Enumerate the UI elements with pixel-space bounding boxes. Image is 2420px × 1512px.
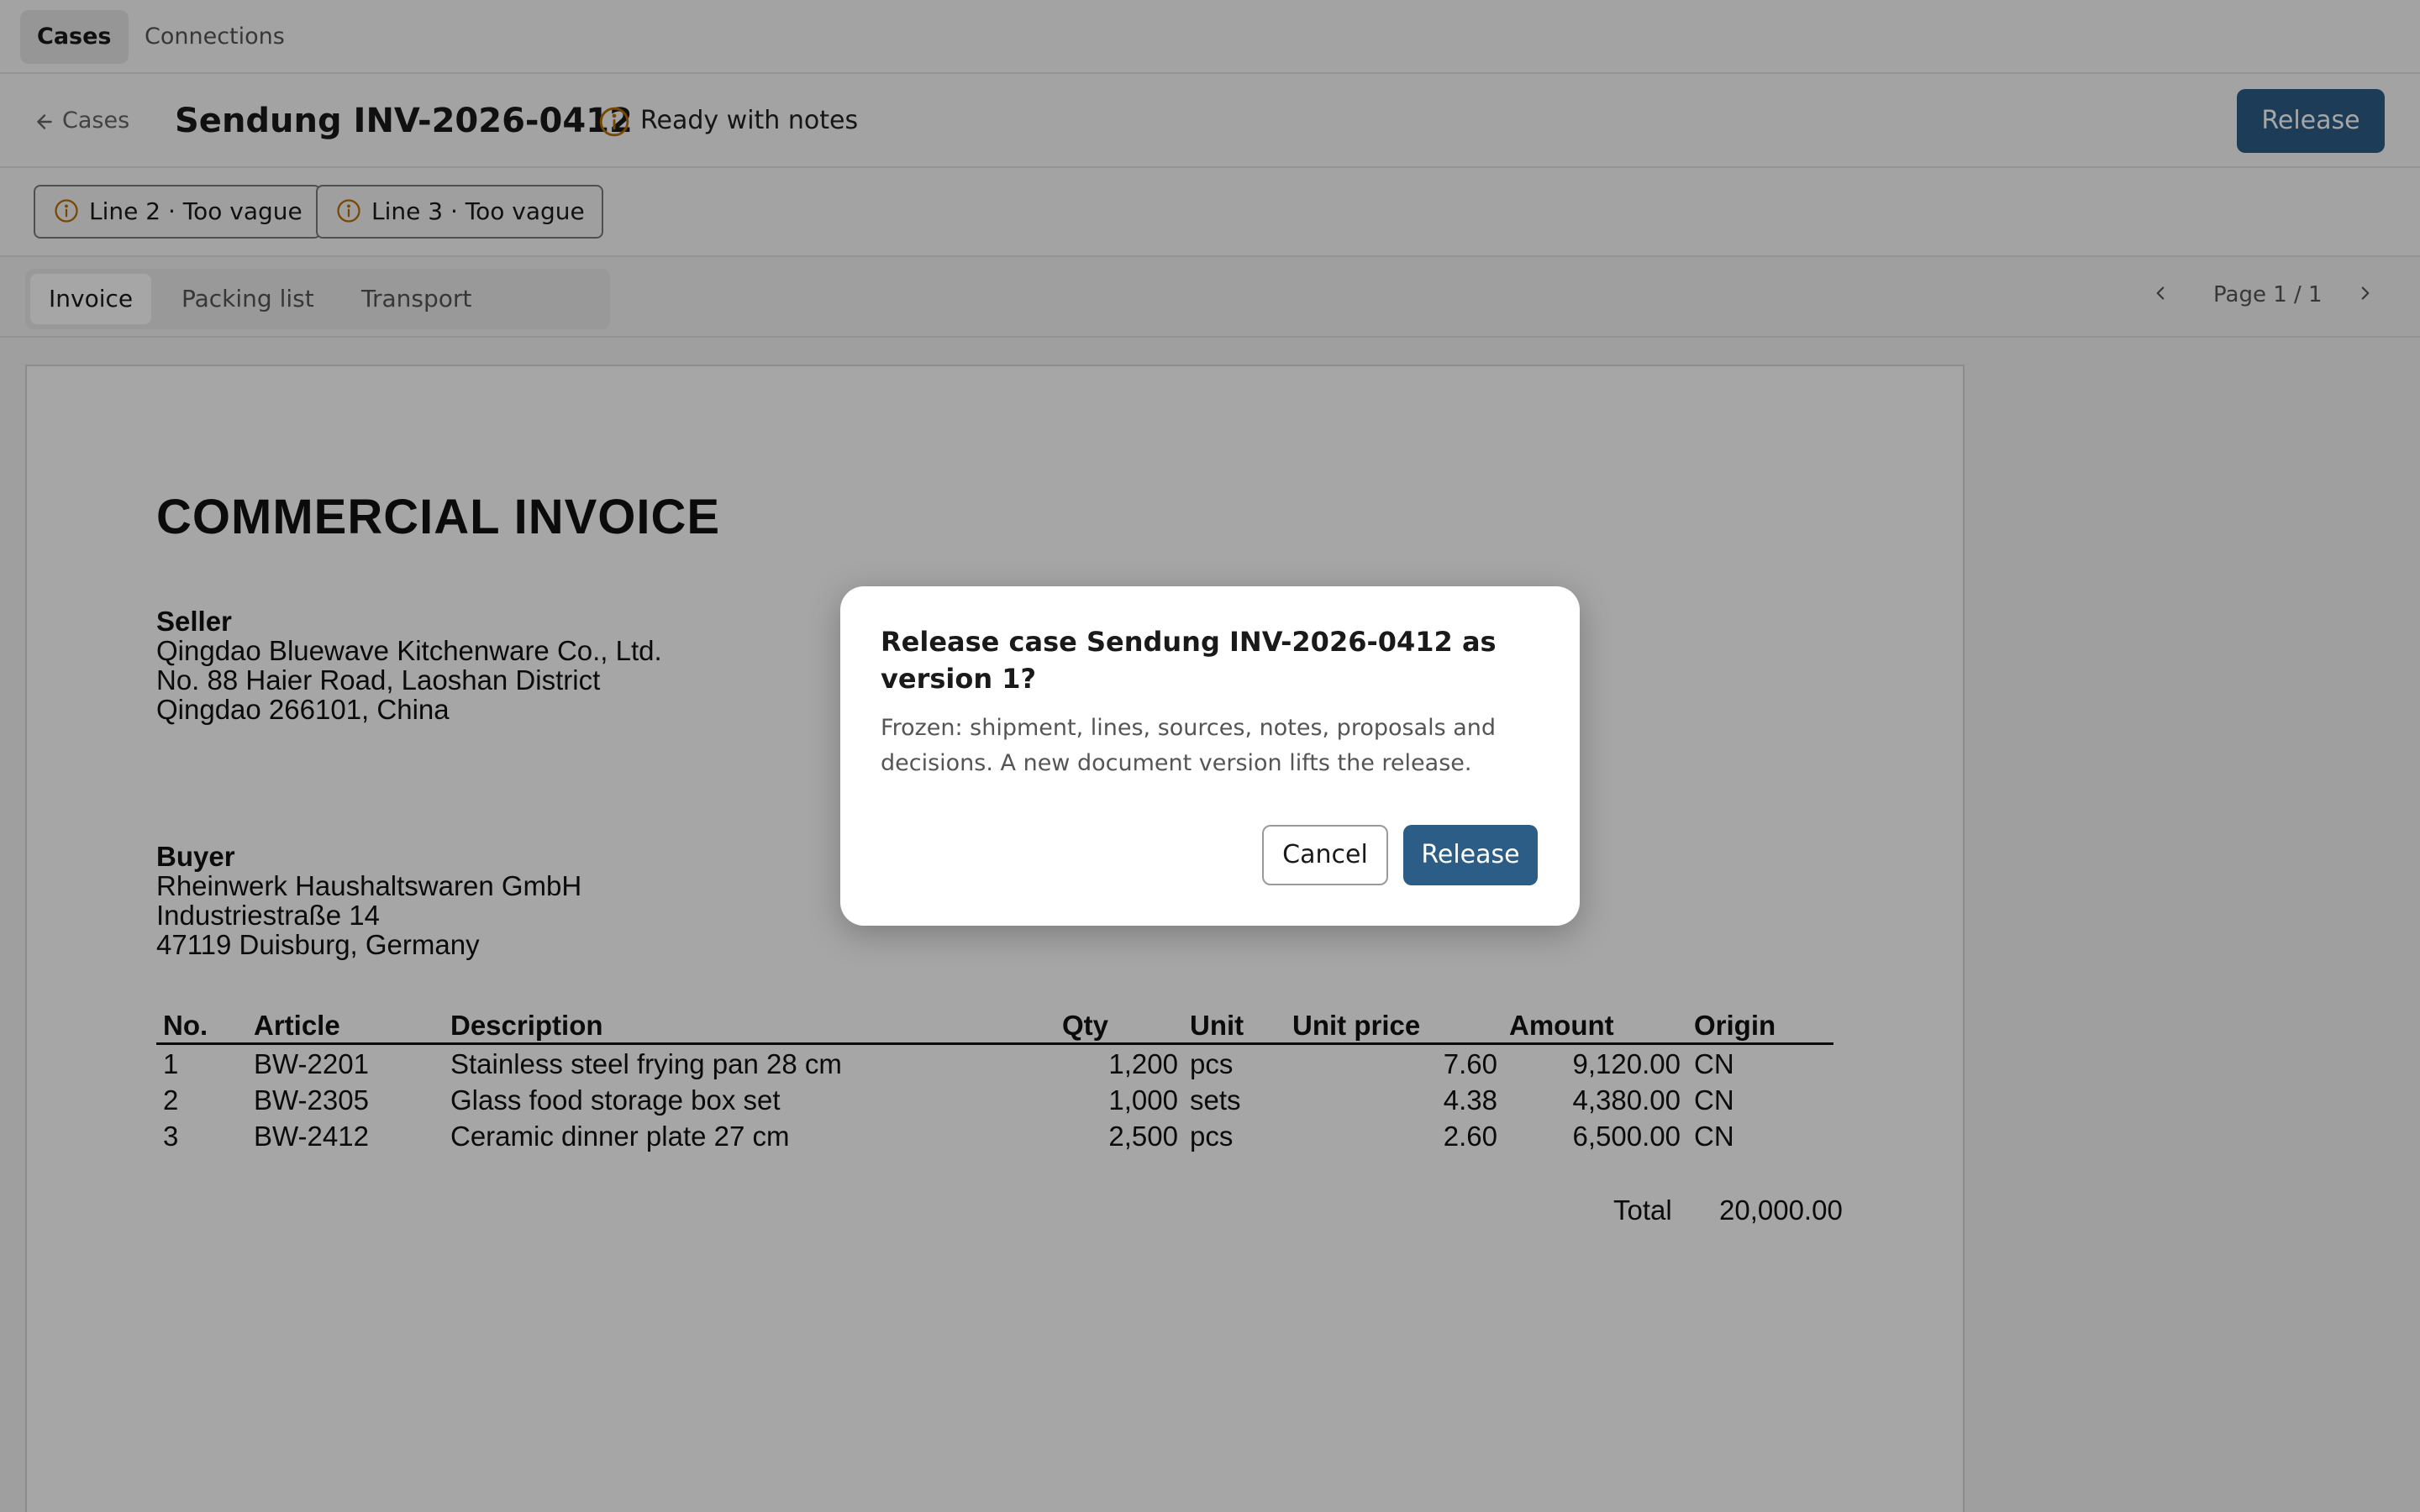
app: Cases Connections Cases Sendung INV-2026… [0, 0, 2420, 1512]
cancel-button[interactable]: Cancel [1262, 825, 1388, 885]
confirm-release-button[interactable]: Release [1403, 825, 1538, 885]
dialog-description: Frozen: shipment, lines, sources, notes,… [881, 715, 1497, 776]
dialog-title: Release case Sendung INV-2026-0412 as ve… [881, 626, 1497, 695]
release-dialog: Release case Sendung INV-2026-0412 as ve… [840, 586, 1580, 926]
